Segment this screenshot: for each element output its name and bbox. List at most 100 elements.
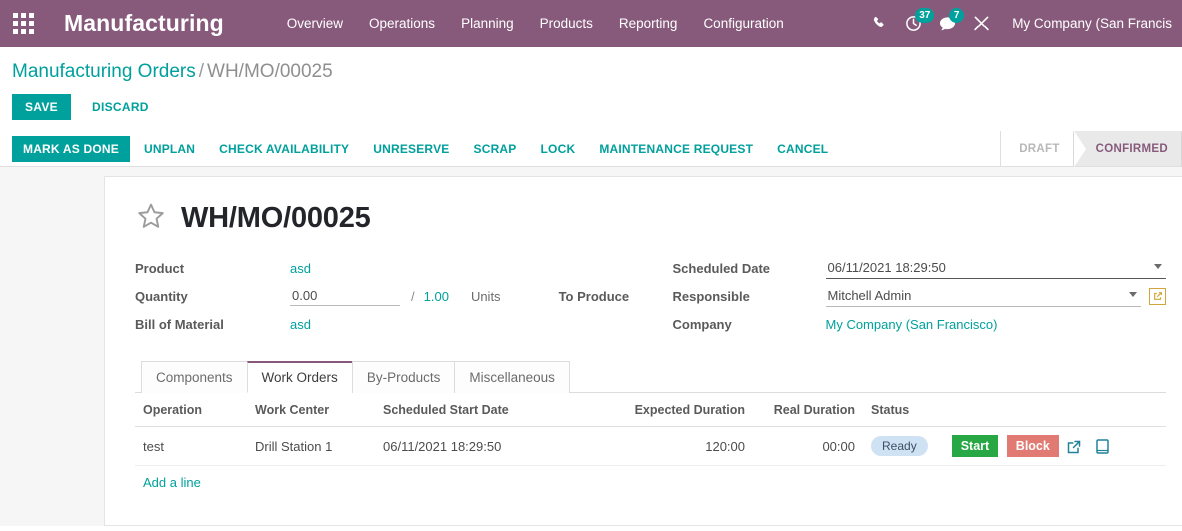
- tablet-icon[interactable]: [1090, 439, 1114, 454]
- col-header-scheduled-start-date[interactable]: Scheduled Start Date: [375, 393, 625, 427]
- discard-button[interactable]: DISCARD: [79, 94, 162, 120]
- breadcrumb-root-link[interactable]: Manufacturing Orders: [12, 61, 196, 82]
- action-buttons-group: MARK AS DONE UNPLAN CHECK AVAILABILITY U…: [0, 131, 1002, 166]
- responsible-input[interactable]: [825, 285, 1141, 307]
- field-product-row: Product asd: [135, 255, 651, 281]
- cell-scheduled-start-date[interactable]: 06/11/2021 18:29:50: [375, 426, 625, 466]
- cell-work-center[interactable]: Drill Station 1: [247, 426, 375, 466]
- cell-row-actions: Start Block: [935, 426, 1166, 466]
- maintenance-request-button[interactable]: MAINTENANCE REQUEST: [589, 136, 763, 162]
- nav-item-operations[interactable]: Operations: [356, 0, 448, 47]
- tab-miscellaneous[interactable]: Miscellaneous: [454, 361, 570, 393]
- sheet-inner: WH/MO/00025 Product asd Quantity / 1.00 …: [105, 195, 1182, 499]
- messages-chat-icon[interactable]: 7: [930, 0, 965, 47]
- page-title: WH/MO/00025: [181, 202, 371, 234]
- scheduled-date-wrap: [825, 257, 1166, 279]
- col-header-status[interactable]: Status: [863, 393, 936, 427]
- internal-link-icon[interactable]: [1149, 287, 1166, 305]
- field-label-scheduled-date: Scheduled Date: [672, 260, 771, 276]
- table-header-row: Operation Work Center Scheduled Start Da…: [135, 393, 1166, 427]
- scrap-button[interactable]: SCRAP: [464, 136, 527, 162]
- company-switcher[interactable]: My Company (San Francis: [998, 16, 1178, 31]
- messages-count-badge: 7: [949, 8, 965, 23]
- navbar-right-tools: 37 7 My Company (San Francis: [862, 0, 1182, 47]
- field-label-bill-of-material: Bill of Material: [135, 316, 224, 332]
- check-availability-button[interactable]: CHECK AVAILABILITY: [209, 136, 359, 162]
- cell-expected-duration[interactable]: 120:00: [625, 426, 753, 466]
- form-groups: Product asd Quantity / 1.00 Units To Pro…: [135, 255, 1166, 361]
- lock-button[interactable]: LOCK: [531, 136, 586, 162]
- save-discard-row: SAVE DISCARD: [0, 85, 1182, 131]
- status-step-confirmed[interactable]: CONFIRMED: [1073, 131, 1182, 167]
- field-value-product[interactable]: asd: [290, 261, 311, 276]
- work-orders-table-head: Operation Work Center Scheduled Start Da…: [135, 393, 1166, 427]
- favorite-star-icon[interactable]: [135, 201, 167, 235]
- quantity-total-value: 1.00: [423, 288, 449, 304]
- col-header-operation[interactable]: Operation: [135, 393, 247, 427]
- tab-components[interactable]: Components: [141, 361, 248, 393]
- status-step-draft[interactable]: DRAFT: [1001, 131, 1086, 167]
- nav-item-configuration[interactable]: Configuration: [690, 0, 796, 47]
- col-header-actions: [935, 393, 1166, 427]
- start-button[interactable]: Start: [951, 435, 999, 457]
- field-value-company[interactable]: My Company (San Francisco): [826, 317, 998, 332]
- work-orders-table: Operation Work Center Scheduled Start Da…: [135, 393, 1166, 499]
- top-navbar: Manufacturing Overview Operations Planni…: [0, 0, 1182, 47]
- status-step-draft-label: DRAFT: [1019, 142, 1060, 155]
- chevron-down-icon[interactable]: [1129, 291, 1137, 297]
- add-line-cell: Add a line: [135, 466, 1166, 500]
- tools-wrench-icon[interactable]: [964, 0, 998, 47]
- field-label-responsible: Responsible: [672, 288, 750, 304]
- cancel-button[interactable]: CANCEL: [767, 136, 838, 162]
- control-panel: Manufacturing Orders / WH/MO/00025 SAVE DI…: [0, 47, 1182, 131]
- apps-menu-button[interactable]: [0, 0, 46, 47]
- nav-item-overview[interactable]: Overview: [274, 0, 356, 47]
- unreserve-button[interactable]: UNRESERVE: [363, 136, 459, 162]
- breadcrumb: Manufacturing Orders / WH/MO/00025: [0, 59, 1182, 85]
- main-nav-menu: Overview Operations Planning Products Re…: [274, 0, 797, 47]
- form-sheet: WH/MO/00025 Product asd Quantity / 1.00 …: [104, 176, 1182, 526]
- activities-clock-icon[interactable]: 37: [896, 0, 935, 47]
- cell-real-duration[interactable]: 00:00: [753, 426, 863, 466]
- status-step-confirmed-label: CONFIRMED: [1095, 142, 1168, 155]
- tab-work-orders[interactable]: Work Orders: [246, 361, 353, 393]
- work-orders-table-body: test Drill Station 1 06/11/2021 18:29:50…: [135, 426, 1166, 500]
- add-line-row: Add a line: [135, 466, 1166, 500]
- cell-operation[interactable]: test: [135, 426, 247, 466]
- quantity-separator: /: [411, 288, 415, 304]
- chevron-down-icon[interactable]: [1154, 263, 1162, 269]
- page-body: WH/MO/00025 Product asd Quantity / 1.00 …: [0, 167, 1182, 526]
- block-button[interactable]: Block: [1006, 435, 1059, 457]
- breadcrumb-current: WH/MO/00025: [207, 61, 333, 82]
- nav-item-products[interactable]: Products: [527, 0, 606, 47]
- notebook-tabs: Components Work Orders By-Products Misce…: [135, 361, 1166, 393]
- unplan-button[interactable]: UNPLAN: [134, 136, 205, 162]
- add-a-line-link[interactable]: Add a line: [135, 466, 209, 499]
- table-row[interactable]: test Drill Station 1 06/11/2021 18:29:50…: [135, 426, 1166, 466]
- col-header-real-duration[interactable]: Real Duration: [753, 393, 863, 427]
- col-header-expected-duration[interactable]: Expected Duration: [625, 393, 753, 427]
- quantity-input[interactable]: [290, 286, 400, 306]
- phone-icon[interactable]: [862, 0, 896, 47]
- cell-status: Ready: [863, 426, 936, 466]
- save-button[interactable]: SAVE: [12, 94, 71, 120]
- status-bar: DRAFT CONFIRMED: [1001, 131, 1182, 167]
- field-label-product: Product: [135, 260, 185, 276]
- nav-item-planning[interactable]: Planning: [448, 0, 527, 47]
- action-bar: MARK AS DONE UNPLAN CHECK AVAILABILITY U…: [0, 131, 1182, 167]
- external-link-icon[interactable]: [1062, 440, 1086, 454]
- record-title-row: WH/MO/00025: [135, 195, 1166, 255]
- field-label-quantity: Quantity: [135, 288, 188, 304]
- field-responsible-row: Responsible: [672, 283, 1166, 309]
- apps-grid-icon: [12, 13, 34, 34]
- field-scheduled-date-row: Scheduled Date: [672, 255, 1166, 281]
- nav-item-reporting[interactable]: Reporting: [606, 0, 691, 47]
- app-brand-name[interactable]: Manufacturing: [46, 10, 234, 37]
- field-company-row: Company My Company (San Francisco): [673, 311, 1167, 337]
- field-value-bill-of-material[interactable]: asd: [290, 317, 311, 332]
- tab-by-products[interactable]: By-Products: [351, 361, 456, 393]
- field-bom-row: Bill of Material asd: [135, 311, 651, 337]
- mark-as-done-button[interactable]: MARK AS DONE: [12, 135, 130, 162]
- scheduled-date-input[interactable]: [825, 257, 1166, 279]
- col-header-work-center[interactable]: Work Center: [247, 393, 375, 427]
